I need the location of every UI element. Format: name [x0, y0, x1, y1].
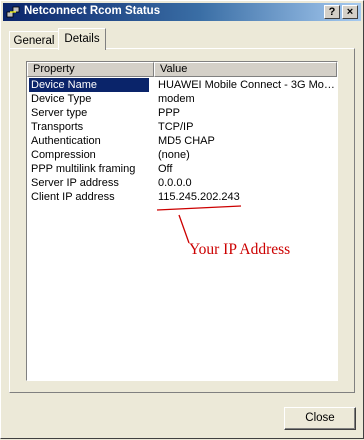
tab-details[interactable]: Details — [58, 28, 106, 50]
close-button[interactable]: Close — [284, 407, 356, 430]
annotation-pointer — [178, 214, 190, 244]
annotation-overlay — [156, 205, 242, 244]
ip-annotation-label: Your IP Address — [189, 241, 291, 258]
ip-underline — [156, 205, 242, 211]
status-dialog: Netconnect Rcom Status ? × General Detai… — [0, 0, 364, 439]
